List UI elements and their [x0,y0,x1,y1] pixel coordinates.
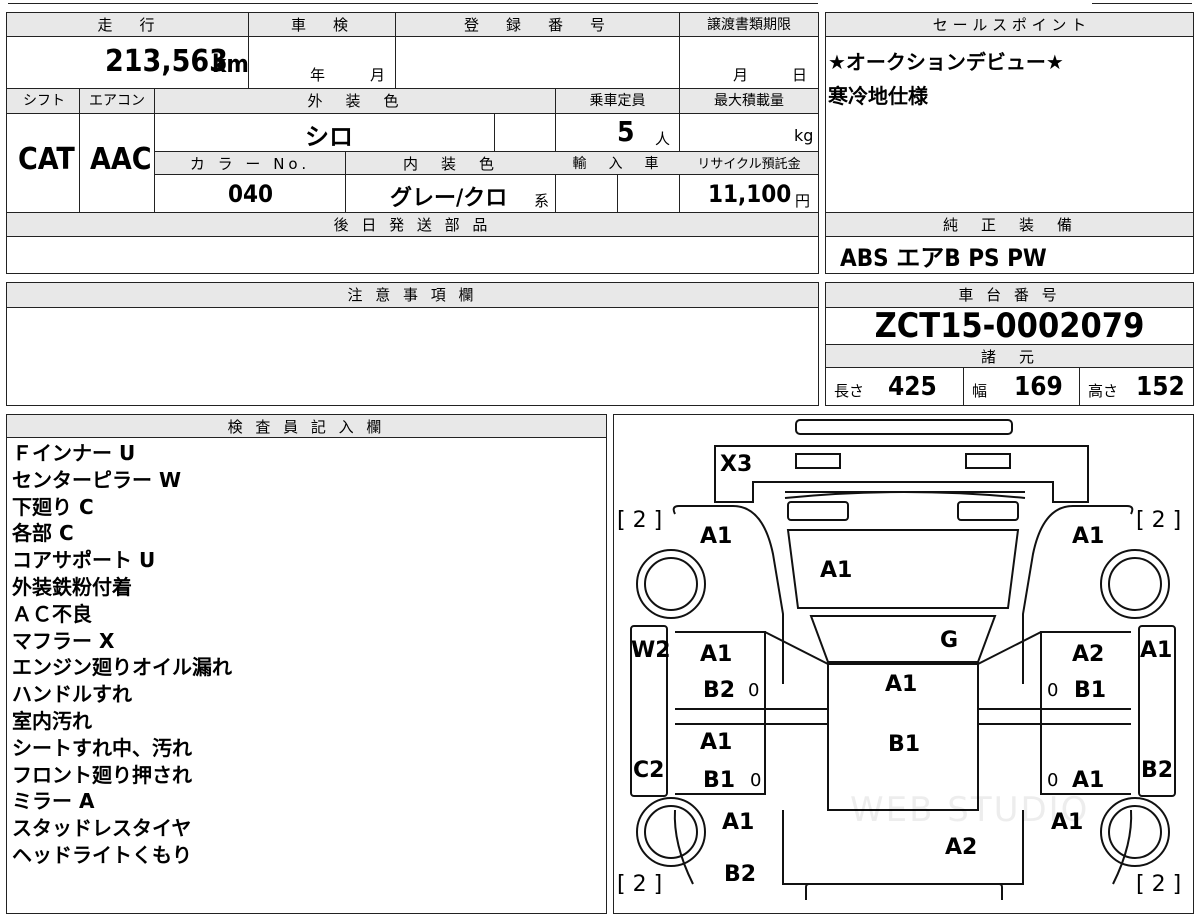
specs-length-label: 長さ [834,382,865,400]
windshield-damage: G [940,628,959,653]
capacity-header: 乗車定員 [589,93,646,109]
inspector-line: ヘッドライトくもり [12,842,192,867]
interior-color-value: グレー/クロ [390,186,508,211]
zero-mark: 0 [1047,770,1059,791]
inspector-line: ＡＣ不良 [12,601,92,626]
front-bumper-damage: X3 [720,452,753,477]
left-front-door-bottom-damage: B2 [703,678,736,703]
exterior-color-value: シロ [305,123,353,151]
aircon-header: エアコン [89,93,145,109]
max-load-unit: kg [794,126,814,145]
right-rocker-damage: B2 [1141,758,1174,783]
bracket-rear-left: [ 2 ] [617,872,663,897]
interior-color-header: 内 装 色 [402,155,498,173]
inspector-line: スタッドレスタイヤ [12,816,192,841]
color-no-value: 040 [228,180,274,208]
inspector-line: 室内汚れ [12,708,92,733]
inspector-line: コアサポート U [12,548,156,573]
inspector-line: 外装鉄粉付着 [12,574,132,599]
inspector-notes-list: Ｆインナー U センターピラー W 下廻り C 各部 C コアサポート U 外装… [12,440,232,869]
zero-mark: 0 [748,680,760,701]
import-header: 輸 入 車 [572,156,663,172]
chassis-header: 車 台 番 号 [958,286,1061,304]
interior-color-suffix: 系 [534,192,550,210]
aircon-value: AAC [90,142,152,177]
inspector-line: 下廻り C [12,494,94,519]
watermark: WEB STUDIO [850,790,1090,830]
left-pillar-damage: W2 [631,638,671,663]
chassis-value: ZCT15-0002079 [874,306,1145,346]
later-parts-header: 後 日 発 送 部 品 [333,216,492,234]
inspector-line: Ｆインナー U [12,441,136,465]
mileage-unit: km [212,50,249,78]
left-front-door-top-damage: A1 [700,642,733,667]
sales-point-line-1: ★オークションデビュー★ [828,50,1064,74]
capacity-unit: 人 [655,130,671,148]
inspector-line: マフラー X [12,628,115,653]
max-load-header: 最大積載量 [714,93,784,109]
inspector-line: 各部 C [12,521,74,546]
notes-header: 注 意 事 項 欄 [347,286,478,304]
left-front-fender-damage: A1 [700,524,733,549]
recycle-value: 11,100 [708,180,792,208]
specs-length: 425 [888,372,937,402]
left-rear-fender-damage: A1 [722,810,755,835]
rear-center-damage: A2 [945,835,978,860]
genuine-equipment-header: 純 正 装 備 [942,216,1076,234]
transfer-month-label: 月 [733,66,749,84]
inspector-line: フロント廻り押され [12,762,192,787]
roof-front-damage: A1 [885,672,918,697]
sales-point-line-2: 寒冷地仕様 [828,84,928,108]
mileage-header: 走 行 [97,16,161,34]
left-rocker-damage: C2 [633,758,665,783]
rear-left-damage: B2 [724,862,757,887]
genuine-equipment-value: ABS エアB PS PW [840,244,1047,272]
capacity-value: 5 [617,115,635,148]
shift-header: シフト [23,93,65,109]
zero-mark: 0 [750,770,762,791]
sales-point-header: セ ー ル ス ポ イ ン ト [932,16,1087,34]
bracket-front-right: [ 2 ] [1136,508,1182,533]
inspector-header: 検 査 員 記 入 欄 [227,418,386,436]
top-strip [0,0,1200,8]
right-front-door-top-damage: A2 [1072,642,1105,667]
zero-mark: 0 [1047,680,1059,701]
hood-damage: A1 [820,558,853,583]
left-rear-door-bottom-damage: B1 [703,768,736,793]
recycle-unit: 円 [795,192,811,210]
bracket-rear-right: [ 2 ] [1136,872,1182,897]
inspector-line: エンジン廻りオイル漏れ [12,655,232,680]
roof-back-damage: B1 [888,732,921,757]
inspector-line: ハンドルすれ [12,682,132,707]
inspector-line: ミラー A [12,789,95,814]
specs-width-label: 幅 [972,382,988,400]
specs-height-label: 高さ [1088,382,1119,400]
specs-width: 169 [1014,372,1063,402]
inspection-year-label: 年 [310,66,326,84]
transfer-day-label: 日 [792,66,808,84]
inspection-header: 車 検 [290,16,354,34]
registration-header: 登 録 番 号 [463,16,611,34]
specs-height: 152 [1136,372,1185,402]
bracket-front-left: [ 2 ] [617,508,663,533]
right-front-door-bottom-damage: B1 [1074,678,1107,703]
mileage-value: 213,563 [105,44,228,79]
recycle-header: リサイクル預託金 [697,157,801,172]
left-rear-door-top-damage: A1 [700,730,733,755]
shift-value: CAT [18,142,75,177]
specs-header: 諸 元 [980,348,1038,366]
inspection-month-label: 月 [370,66,386,84]
inspector-line: センターピラー W [12,467,182,492]
transfer-header: 譲渡書類期限 [707,17,791,33]
right-pillar-damage: A1 [1140,638,1173,663]
exterior-color-header: 外 装 色 [307,92,403,110]
inspector-line: シートすれ中、汚れ [12,735,192,760]
right-front-fender-damage: A1 [1072,524,1105,549]
color-no-header: カ ラ ー No. [189,155,311,173]
